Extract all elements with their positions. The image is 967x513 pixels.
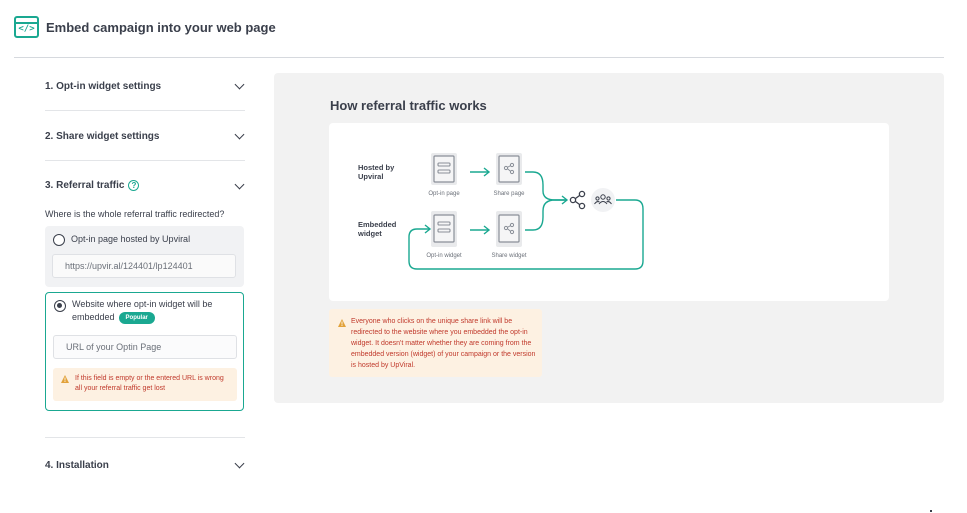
node-label-share-page: Share page [493,191,525,197]
referral-explainer-panel: How referral traffic works Hosted by Upv… [274,73,944,403]
node-optin-page: Opt-in page [428,153,460,197]
node-optin-widget: Opt-in widget [426,211,462,259]
referral-info-text: Everyone who clicks on the unique share … [351,318,536,369]
accordion-label: 4. Installation [45,459,109,471]
accordion-installation[interactable]: 4. Installation [45,458,245,472]
url-warning-text: If this field is empty or the entered UR… [75,375,224,392]
row-label-embedded-line1: Embedded [358,220,397,229]
radio-hosted-page[interactable] [53,234,65,246]
referral-flow-diagram: Hosted by Upviral Embedded widget Opt-in… [329,123,889,301]
node-share-widget: Share widget [491,211,527,259]
panel-title: How referral traffic works [330,98,487,113]
page-title: Embed campaign into your web page [46,19,276,35]
radio-website-embed[interactable] [54,300,66,312]
referral-info-box: ! Everyone who clicks on the unique shar… [329,309,542,377]
header-divider [14,57,944,58]
warning-icon: ! [338,319,346,328]
optin-page-url-input[interactable]: URL of your Optin Page [53,335,237,359]
stray-dot [930,510,932,512]
option-website-label-line1: Website where opt-in widget will be [72,299,213,309]
accordion-referral-traffic[interactable]: 3. Referral traffic? [45,179,245,193]
option-hosted-page[interactable]: Opt-in page hosted by Upviral https://up… [45,226,244,287]
hosted-url-field[interactable]: https://upvir.al/124401/lp124401 [52,254,236,278]
page-header: </> Embed campaign into your web page [14,14,276,40]
row-label-hosted-line2: Upviral [358,172,383,181]
referral-question: Where is the whole referral traffic redi… [45,209,225,219]
accordion-divider [45,160,245,161]
accordion-label: 1. Opt-in widget settings [45,80,162,92]
popular-badge: Popular [118,311,155,324]
option-hosted-label: Opt-in page hosted by Upviral [71,234,191,244]
connector-share-widget-to-hub [525,199,567,231]
node-label-optin-widget: Opt-in widget [426,253,462,259]
node-share-page: Share page [493,153,525,197]
chevron-down-icon[interactable] [234,458,245,469]
accordion-share-widget-settings[interactable]: 2. Share widget settings [45,129,245,143]
option-website-label: Website where opt-in widget will be embe… [72,298,212,324]
accordion-label-wrap: 3. Referral traffic? [45,180,140,192]
option-website-embed[interactable]: Website where opt-in widget will be embe… [45,292,244,411]
chevron-down-icon[interactable] [234,179,245,190]
accordion-divider [45,437,245,438]
help-icon[interactable]: ? [128,180,140,192]
row-label-hosted-line1: Hosted by [358,163,395,172]
row-label-embedded-line2: widget [357,229,382,238]
share-icon [569,190,586,210]
accordion-label: 2. Share widget settings [45,130,160,142]
code-embed-icon: </> [14,16,39,38]
connector-share-page-to-hub [525,171,567,201]
accordion-label: 3. Referral traffic [45,180,125,192]
flow-diagram-svg: Hosted by Upviral Embedded widget Opt-in… [357,153,644,270]
accordion-divider [45,110,245,111]
accordion-optin-widget-settings[interactable]: 1. Opt-in widget settings [45,79,245,93]
chevron-down-icon[interactable] [234,79,245,90]
people-icon [591,188,615,212]
chevron-down-icon[interactable] [234,129,245,140]
url-warning-box: ! If this field is empty or the entered … [53,368,237,401]
warning-icon: ! [61,375,69,384]
node-label-optin-page: Opt-in page [428,191,460,197]
node-label-share-widget: Share widget [491,253,526,259]
option-website-label-line2: embedded [72,312,115,322]
